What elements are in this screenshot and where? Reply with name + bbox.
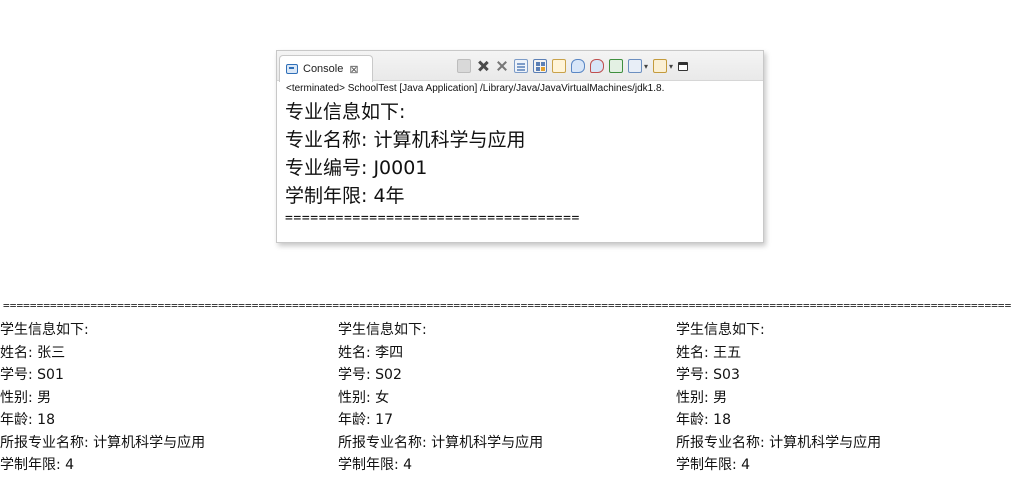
- student-years: 学制年限: 4: [338, 457, 413, 473]
- student-gender: 性别: 男: [0, 389, 52, 406]
- console-toolbar: ▾ ▾: [457, 57, 689, 75]
- display-console-icon[interactable]: [628, 59, 642, 73]
- pin-console-icon[interactable]: [552, 59, 566, 73]
- remove-all-icon[interactable]: [495, 59, 509, 73]
- student-id: 学号: S03: [676, 367, 740, 383]
- new-console-icon[interactable]: [609, 59, 623, 73]
- console-line: 专业编号: J0001: [285, 157, 428, 179]
- student-name: 姓名: 张三: [0, 344, 66, 361]
- student-gender: 性别: 女: [338, 389, 390, 406]
- show-when-stderr-icon[interactable]: [590, 59, 604, 73]
- student-age: 年龄: 18: [676, 412, 731, 428]
- student-age: 年龄: 18: [0, 412, 55, 428]
- restore-icon[interactable]: [678, 61, 689, 71]
- student-info-block: 学生信息如下: 姓名: 张三 学号: S01 性别: 男 年龄: 18 所报专业…: [0, 319, 205, 477]
- console-line: 专业信息如下:: [285, 101, 406, 123]
- student-header: 学生信息如下:: [338, 322, 427, 338]
- console-tabbar: Console ⊠ ▾ ▾: [277, 51, 763, 82]
- student-id: 学号: S01: [0, 367, 64, 383]
- student-name: 姓名: 李四: [338, 344, 404, 361]
- student-header: 学生信息如下:: [676, 322, 765, 338]
- tab-console-label: Console: [303, 63, 344, 75]
- console-icon: [286, 64, 298, 74]
- remove-launch-icon[interactable]: [476, 59, 490, 73]
- console-line: 学制年限: 4年: [285, 185, 405, 207]
- student-age: 年龄: 17: [338, 412, 393, 428]
- student-gender: 性别: 男: [676, 389, 728, 406]
- show-when-stdout-icon[interactable]: [571, 59, 585, 73]
- student-major: 所报专业名称: 计算机科学与应用: [0, 434, 206, 451]
- console-view: Console ⊠ ▾ ▾ <terminated> SchoolTest [J…: [276, 50, 764, 243]
- console-status-text: <terminated> SchoolTest [Java Applicatio…: [286, 83, 665, 94]
- student-header: 学生信息如下:: [0, 322, 89, 338]
- terminate-icon[interactable]: [457, 59, 471, 73]
- student-years: 学制年限: 4: [0, 457, 75, 473]
- scroll-lock-icon[interactable]: [514, 59, 528, 73]
- output-separator: ========================================…: [3, 299, 1011, 312]
- close-icon[interactable]: ⊠: [349, 63, 358, 76]
- student-years: 学制年限: 4: [676, 457, 751, 473]
- chevron-down-icon[interactable]: ▾: [644, 62, 648, 71]
- student-info-block: 学生信息如下: 姓名: 王五 学号: S03 性别: 男 年龄: 18 所报专业…: [676, 319, 881, 477]
- chevron-down-icon[interactable]: ▾: [669, 62, 673, 71]
- open-console-icon[interactable]: [653, 59, 668, 73]
- student-major: 所报专业名称: 计算机科学与应用: [676, 434, 882, 451]
- console-separator: ===================================: [285, 211, 580, 226]
- student-info-block: 学生信息如下: 姓名: 李四 学号: S02 性别: 女 年龄: 17 所报专业…: [338, 319, 543, 477]
- console-output[interactable]: 专业信息如下: 专业名称: 计算机科学与应用 专业编号: J0001 学制年限:…: [285, 98, 580, 228]
- tab-console[interactable]: Console ⊠: [279, 55, 373, 82]
- word-wrap-icon[interactable]: [533, 59, 547, 73]
- student-name: 姓名: 王五: [676, 344, 742, 361]
- student-id: 学号: S02: [338, 367, 402, 383]
- console-line: 专业名称: 计算机科学与应用: [285, 129, 526, 151]
- student-major: 所报专业名称: 计算机科学与应用: [338, 434, 544, 451]
